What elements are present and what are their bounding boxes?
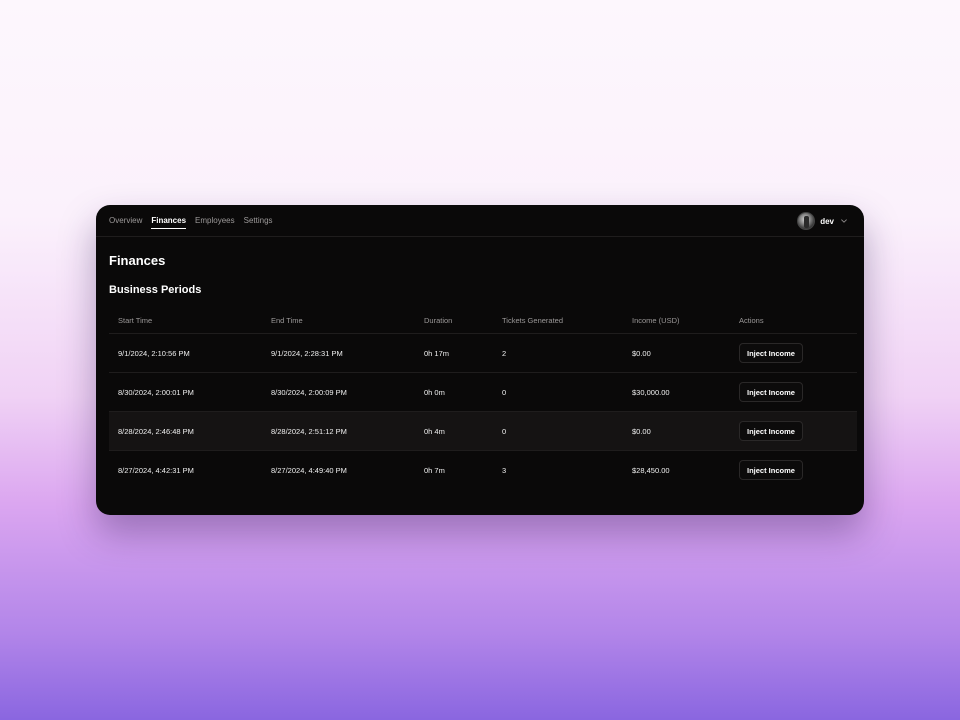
cell-income: $0.00 [623, 411, 730, 451]
avatar [797, 212, 816, 230]
business-periods-table: Start Time End Time Duration Tickets Gen… [109, 307, 857, 489]
cell-start-time: 8/30/2024, 2:00:01 PM [109, 372, 262, 412]
nav-item-overview[interactable]: Overview [109, 205, 142, 237]
inject-income-button[interactable]: Inject Income [739, 421, 803, 441]
cell-duration: 0h 7m [424, 465, 445, 475]
cell-tickets: 3 [502, 465, 507, 475]
cell-actions: Inject Income [730, 372, 857, 412]
cell-income: $0.00 [623, 333, 730, 373]
chevron-down-icon [841, 219, 847, 223]
cell-tickets: 0 [493, 372, 623, 412]
table-header-row: Start Time End Time Duration Tickets Gen… [109, 307, 857, 334]
cell-end-time: 9/1/2024, 2:28:31 PM [262, 333, 415, 373]
cell-duration: 0h 0m [415, 372, 493, 412]
app-window: Overview Finances Employees Settings dev… [96, 205, 864, 515]
user-name: dev [820, 216, 834, 226]
nav-item-employees[interactable]: Employees [195, 205, 235, 237]
cell-tickets: 0 [493, 411, 623, 451]
inject-income-button[interactable]: Inject Income [739, 343, 803, 363]
cell-start-time: 8/28/2024, 2:46:48 PM [109, 411, 262, 451]
cell-actions: Inject Income [730, 411, 857, 451]
inject-income-button[interactable]: Inject Income [739, 382, 803, 402]
page-title: Finances [109, 253, 166, 268]
column-header-end-time: End Time [262, 307, 415, 334]
user-menu[interactable]: dev [797, 212, 848, 230]
cell-actions: Inject Income [730, 451, 857, 490]
column-header-duration: Duration [415, 307, 493, 334]
table-row: 8/30/2024, 2:00:01 PM 8/30/2024, 2:00:09… [109, 372, 857, 412]
cell-start-time: 9/1/2024, 2:10:56 PM [109, 333, 262, 373]
nav-item-finances[interactable]: Finances [151, 205, 186, 237]
cell-end-time: 8/30/2024, 2:00:09 PM [262, 372, 415, 412]
main-nav: Overview Finances Employees Settings [109, 205, 282, 237]
cell-end-time: 8/27/2024, 4:49:40 PM [271, 465, 347, 475]
column-header-actions: Actions [730, 307, 857, 334]
cell-end-time: 8/28/2024, 2:51:12 PM [262, 411, 415, 451]
cell-income: $28,450.00 [632, 465, 670, 475]
inject-income-button[interactable]: Inject Income [739, 460, 803, 480]
cell-duration: 0h 17m [415, 333, 493, 373]
column-header-tickets-generated: Tickets Generated [493, 307, 623, 334]
nav-item-settings[interactable]: Settings [244, 205, 273, 237]
table-row: 8/27/2024, 4:42:31 PM 8/27/2024, 4:49:40… [109, 451, 857, 490]
table-row: 9/1/2024, 2:10:56 PM 9/1/2024, 2:28:31 P… [109, 333, 857, 373]
column-header-income: Income (USD) [623, 307, 730, 334]
cell-duration: 0h 4m [415, 411, 493, 451]
section-title: Business Periods [109, 284, 202, 296]
cell-start-time: 8/27/2024, 4:42:31 PM [118, 465, 194, 475]
cell-income: $30,000.00 [623, 372, 730, 412]
top-nav-bar: Overview Finances Employees Settings dev [96, 205, 864, 237]
cell-tickets: 2 [493, 333, 623, 373]
cell-actions: Inject Income [730, 333, 857, 373]
table-row: 8/28/2024, 2:46:48 PM 8/28/2024, 2:51:12… [109, 411, 857, 451]
column-header-start-time: Start Time [109, 307, 262, 334]
